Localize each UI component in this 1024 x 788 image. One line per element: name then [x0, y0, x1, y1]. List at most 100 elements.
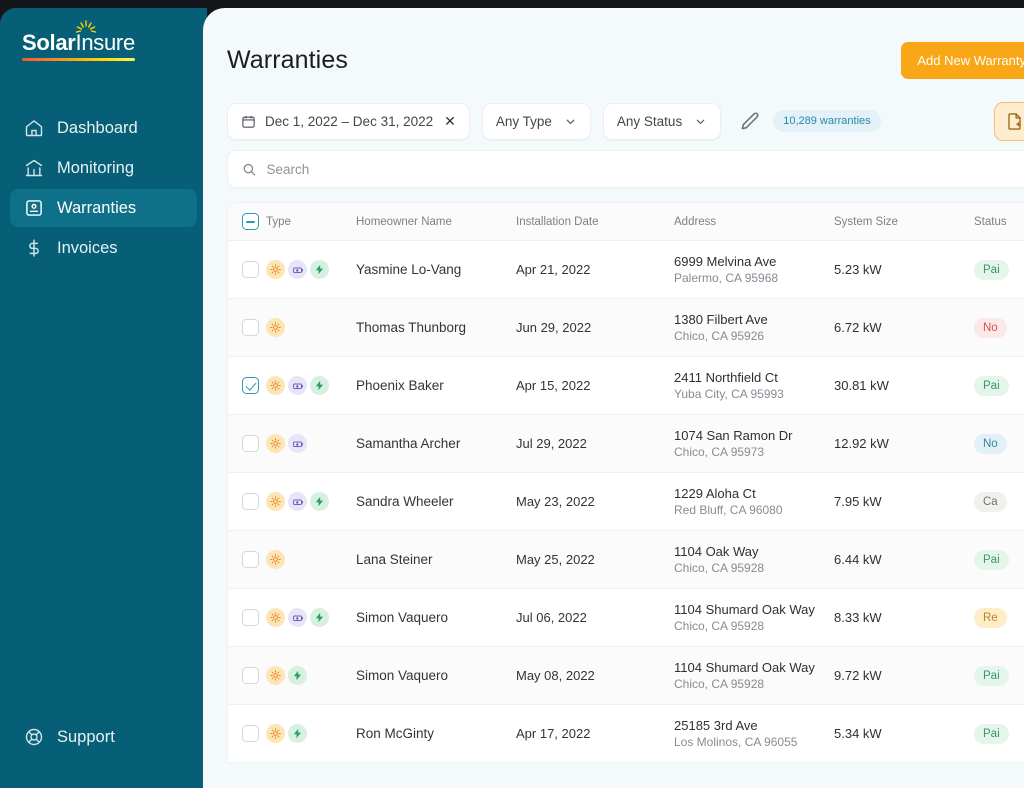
column-header-size[interactable]: System Size [834, 216, 974, 228]
row-homeowner-name: Phoenix Baker [356, 378, 516, 393]
search-bar[interactable] [227, 150, 1024, 188]
row-system-size: 5.34 kW [834, 726, 974, 741]
row-checkbox[interactable] [242, 377, 259, 394]
row-address: 1380 Filbert AveChico, CA 95926 [674, 312, 834, 344]
column-header-status[interactable]: Status [974, 216, 1024, 228]
solar-panel-icon [266, 260, 285, 279]
row-system-size: 5.23 kW [834, 262, 974, 277]
row-type-icons [266, 260, 356, 279]
row-checkbox[interactable] [242, 435, 259, 452]
row-system-size: 6.72 kW [834, 320, 974, 335]
row-address: 1074 San Ramon DrChico, CA 95973 [674, 428, 834, 460]
date-range-label: Dec 1, 2022 – Dec 31, 2022 [265, 114, 433, 129]
row-status-cell: No [974, 318, 1024, 338]
table-row[interactable]: Simon VaqueroMay 08, 20221104 Shumard Oa… [228, 647, 1024, 705]
date-range-filter[interactable]: Dec 1, 2022 – Dec 31, 2022 ✕ [227, 103, 470, 140]
table-row[interactable]: Phoenix BakerApr 15, 20222411 Northfield… [228, 357, 1024, 415]
main-content: Warranties Add New Warranty Dec 1, 2022 … [203, 8, 1024, 788]
sun-burst-icon [75, 19, 97, 35]
row-checkbox[interactable] [242, 319, 259, 336]
row-system-size: 30.81 kW [834, 378, 974, 393]
row-type-icons [266, 376, 356, 395]
row-status-cell: Pai [974, 260, 1024, 280]
table-row[interactable]: Yasmine Lo-VangApr 21, 20226999 Melvina … [228, 241, 1024, 299]
column-header-date[interactable]: Installation Date [516, 216, 674, 228]
status-badge: Re [974, 608, 1007, 628]
app-window: SolarInsure Dashboard Monitoring [0, 0, 1024, 788]
row-address-line2: Los Molinos, CA 96055 [674, 734, 834, 750]
sidebar-nav: Dashboard Monitoring Warranties [0, 109, 207, 267]
table-row[interactable]: Ron McGintyApr 17, 202225185 3rd AveLos … [228, 705, 1024, 763]
search-bar-wrap [203, 144, 1024, 188]
type-filter[interactable]: Any Type [482, 103, 591, 140]
battery-icon [288, 492, 307, 511]
row-checkbox[interactable] [242, 493, 259, 510]
select-all-checkbox[interactable] [242, 213, 259, 230]
pencil-icon[interactable] [739, 110, 761, 132]
sidebar-item-invoices[interactable]: Invoices [10, 229, 197, 267]
row-installation-date: May 23, 2022 [516, 494, 674, 509]
row-checkbox[interactable] [242, 261, 259, 278]
row-select-cell [228, 261, 266, 278]
lifebuoy-icon [24, 727, 44, 747]
table-row[interactable]: Sandra WheelerMay 23, 20221229 Aloha CtR… [228, 473, 1024, 531]
row-checkbox[interactable] [242, 725, 259, 742]
sidebar-item-dashboard[interactable]: Dashboard [10, 109, 197, 147]
table-row[interactable]: Thomas ThunborgJun 29, 20221380 Filbert … [228, 299, 1024, 357]
row-address: 1104 Oak WayChico, CA 95928 [674, 544, 834, 576]
certificate-icon [24, 198, 44, 218]
status-badge: Pai [974, 724, 1009, 744]
column-header-address[interactable]: Address [674, 216, 834, 228]
brand-name-bold: Solar [22, 30, 76, 55]
row-type-icons [266, 608, 356, 627]
row-type-icons [266, 550, 356, 569]
row-type-icons [266, 724, 356, 743]
row-checkbox[interactable] [242, 551, 259, 568]
column-header-homeowner[interactable]: Homeowner Name [356, 216, 516, 228]
row-address: 1104 Shumard Oak WayChico, CA 95928 [674, 660, 834, 692]
status-filter[interactable]: Any Status [603, 103, 721, 140]
home-icon [24, 118, 44, 138]
row-address-line1: 6999 Melvina Ave [674, 254, 834, 270]
row-address-line2: Chico, CA 95928 [674, 560, 834, 576]
chevron-down-icon [694, 115, 707, 128]
row-address-line2: Palermo, CA 95968 [674, 270, 834, 286]
sidebar-item-monitoring[interactable]: Monitoring [10, 149, 197, 187]
row-select-cell [228, 725, 266, 742]
row-installation-date: May 25, 2022 [516, 552, 674, 567]
table-row[interactable]: Samantha ArcherJul 29, 20221074 San Ramo… [228, 415, 1024, 473]
add-new-warranty-button[interactable]: Add New Warranty [901, 42, 1024, 79]
sidebar-item-warranties[interactable]: Warranties [10, 189, 197, 227]
sidebar-item-support[interactable]: Support [10, 718, 129, 756]
column-header-type[interactable]: Type [266, 216, 356, 228]
search-input[interactable] [267, 162, 1024, 177]
row-status-cell: Pai [974, 376, 1024, 396]
clear-date-filter-icon[interactable]: ✕ [444, 113, 456, 130]
row-status-cell: No [974, 434, 1024, 454]
status-badge: Pai [974, 376, 1009, 396]
page-header: Warranties Add New Warranty [203, 8, 1024, 82]
row-status-cell: Pai [974, 666, 1024, 686]
row-address: 1229 Aloha CtRed Bluff, CA 96080 [674, 486, 834, 518]
battery-icon [288, 260, 307, 279]
type-filter-label: Any Type [496, 114, 552, 129]
warranties-table: Type Homeowner Name Installation Date Ad… [227, 202, 1024, 763]
row-installation-date: Apr 21, 2022 [516, 262, 674, 277]
row-checkbox[interactable] [242, 609, 259, 626]
warranty-count-badge: 10,289 warranties [773, 110, 880, 132]
row-type-icons [266, 666, 356, 685]
export-button[interactable] [994, 102, 1024, 141]
solar-panel-icon [266, 376, 285, 395]
row-address-line2: Chico, CA 95928 [674, 618, 834, 634]
table-row[interactable]: Lana SteinerMay 25, 20221104 Oak WayChic… [228, 531, 1024, 589]
page-title: Warranties [227, 46, 348, 75]
row-address: 2411 Northfield CtYuba City, CA 95993 [674, 370, 834, 402]
inverter-bolt-icon [310, 260, 329, 279]
brand-logo[interactable]: SolarInsure [0, 8, 207, 61]
row-checkbox[interactable] [242, 667, 259, 684]
row-status-cell: Re [974, 608, 1024, 628]
row-installation-date: Jul 29, 2022 [516, 436, 674, 451]
table-row[interactable]: Simon VaqueroJul 06, 20221104 Shumard Oa… [228, 589, 1024, 647]
row-address-line2: Chico, CA 95926 [674, 328, 834, 344]
row-address: 25185 3rd AveLos Molinos, CA 96055 [674, 718, 834, 750]
